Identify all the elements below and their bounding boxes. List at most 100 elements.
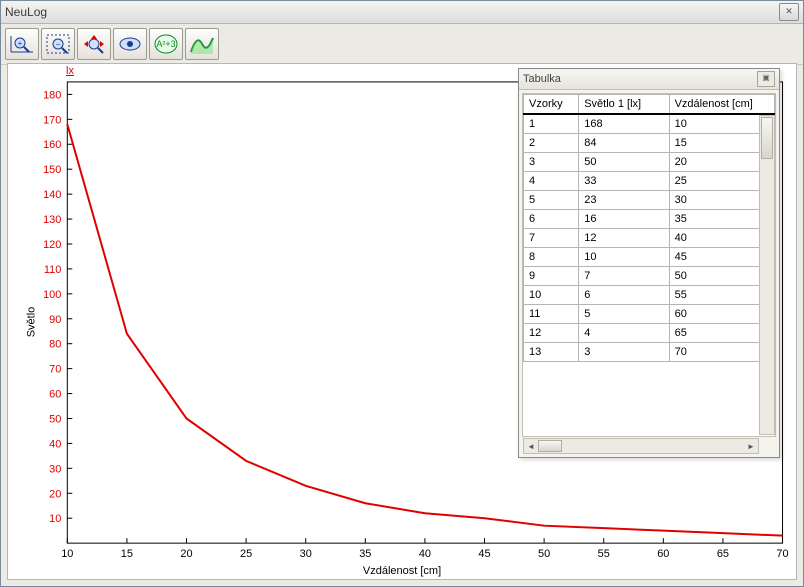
formula-button[interactable]: A²+3	[149, 28, 183, 60]
fit-button[interactable]	[77, 28, 111, 60]
svg-text:80: 80	[49, 339, 61, 351]
table-header[interactable]: Vzdálenost [cm]	[669, 95, 774, 115]
vertical-scrollbar[interactable]	[759, 115, 775, 435]
scrollbar-thumb[interactable]	[538, 440, 562, 452]
table-cell: 11	[524, 305, 579, 324]
svg-text:170: 170	[43, 114, 61, 126]
table-cell: 6	[579, 286, 669, 305]
svg-text:15: 15	[121, 548, 133, 560]
table-cell: 5	[579, 305, 669, 324]
svg-text:−: −	[56, 40, 61, 49]
curve-button[interactable]	[185, 28, 219, 60]
table-row[interactable]: 35020	[524, 153, 775, 172]
table-row[interactable]: 43325	[524, 172, 775, 191]
scroll-right-icon[interactable]: ►	[744, 440, 758, 452]
titlebar[interactable]: NeuLog ✕	[1, 1, 803, 24]
table-row[interactable]: 10655	[524, 286, 775, 305]
chart-area: lx Světlo Vzdálenost [cm] 10203040506070…	[7, 63, 797, 580]
table-panel[interactable]: Tabulka ▣ VzorkySvětlo 1 [lx]Vzdálenost …	[518, 68, 780, 458]
svg-text:30: 30	[300, 548, 312, 560]
table-cell: 3	[579, 343, 669, 362]
table-cell: 10	[579, 248, 669, 267]
table-cell: 12	[579, 229, 669, 248]
table-cell: 168	[579, 114, 669, 134]
table-cell: 6	[524, 210, 579, 229]
table-header[interactable]: Světlo 1 [lx]	[579, 95, 669, 115]
svg-text:180: 180	[43, 89, 61, 101]
toolbar: + − A²+3	[1, 24, 803, 65]
table-cell: 10	[524, 286, 579, 305]
svg-text:110: 110	[44, 264, 61, 276]
svg-text:35: 35	[359, 548, 371, 560]
svg-text:A²+3: A²+3	[156, 39, 175, 49]
table-cell: 2	[524, 134, 579, 153]
svg-text:10: 10	[61, 548, 73, 560]
table-title-text: Tabulka	[523, 73, 561, 85]
table-row[interactable]: 81045	[524, 248, 775, 267]
table-cell: 4	[524, 172, 579, 191]
svg-text:60: 60	[49, 389, 61, 401]
table-cell: 13	[524, 343, 579, 362]
svg-text:150: 150	[43, 164, 61, 176]
svg-text:10: 10	[49, 513, 61, 525]
window-title: NeuLog	[5, 5, 47, 19]
table-cell: 12	[524, 324, 579, 343]
svg-text:+: +	[18, 39, 23, 48]
svg-text:40: 40	[49, 438, 61, 450]
table-cell: 16	[579, 210, 669, 229]
svg-text:65: 65	[717, 548, 729, 560]
svg-text:20: 20	[49, 488, 61, 500]
svg-text:160: 160	[43, 139, 61, 151]
svg-text:30: 30	[49, 463, 61, 475]
table-row[interactable]: 11560	[524, 305, 775, 324]
table-cell: 1	[524, 114, 579, 134]
close-icon[interactable]: ✕	[779, 3, 799, 21]
zoom-in-button[interactable]: +	[5, 28, 39, 60]
app-window: NeuLog ✕ + − A²+3 lx Světlo Vzdálenost […	[0, 0, 804, 587]
table-cell: 23	[579, 191, 669, 210]
svg-text:50: 50	[49, 413, 61, 425]
svg-text:50: 50	[538, 548, 550, 560]
svg-text:120: 120	[43, 239, 61, 251]
svg-text:130: 130	[43, 214, 61, 226]
table-cell: 4	[579, 324, 669, 343]
svg-text:100: 100	[43, 289, 61, 301]
table-cell: 3	[524, 153, 579, 172]
eye-button[interactable]	[113, 28, 147, 60]
table-row[interactable]: 9750	[524, 267, 775, 286]
svg-text:55: 55	[598, 548, 610, 560]
table-cell: 5	[524, 191, 579, 210]
svg-text:70: 70	[776, 548, 788, 560]
table-cell: 7	[579, 267, 669, 286]
table-row[interactable]: 12465	[524, 324, 775, 343]
table-cell: 33	[579, 172, 669, 191]
svg-text:25: 25	[240, 548, 252, 560]
horizontal-scrollbar[interactable]: ◄ ►	[523, 438, 759, 454]
svg-text:140: 140	[43, 189, 61, 201]
table-cell: 9	[524, 267, 579, 286]
pin-icon[interactable]: ▣	[757, 71, 775, 87]
table-row[interactable]: 28415	[524, 134, 775, 153]
table-row[interactable]: 61635	[524, 210, 775, 229]
table-row[interactable]: 52330	[524, 191, 775, 210]
table-cell: 8	[524, 248, 579, 267]
table-row[interactable]: 71240	[524, 229, 775, 248]
svg-text:90: 90	[49, 314, 61, 326]
table-row[interactable]: 116810	[524, 114, 775, 134]
table-header[interactable]: Vzorky	[524, 95, 579, 115]
table-cell: 50	[579, 153, 669, 172]
table-titlebar[interactable]: Tabulka ▣	[519, 69, 779, 90]
scroll-left-icon[interactable]: ◄	[524, 440, 538, 452]
svg-text:70: 70	[49, 364, 61, 376]
scrollbar-thumb[interactable]	[761, 117, 773, 159]
zoom-out-button[interactable]: −	[41, 28, 75, 60]
table-cell: 7	[524, 229, 579, 248]
table-cell: 84	[579, 134, 669, 153]
svg-text:40: 40	[419, 548, 431, 560]
svg-text:45: 45	[478, 548, 490, 560]
svg-text:60: 60	[657, 548, 669, 560]
svg-text:20: 20	[180, 548, 192, 560]
data-table[interactable]: VzorkySvětlo 1 [lx]Vzdálenost [cm]116810…	[523, 94, 775, 362]
table-row[interactable]: 13370	[524, 343, 775, 362]
table-body: VzorkySvětlo 1 [lx]Vzdálenost [cm]116810…	[522, 93, 776, 437]
